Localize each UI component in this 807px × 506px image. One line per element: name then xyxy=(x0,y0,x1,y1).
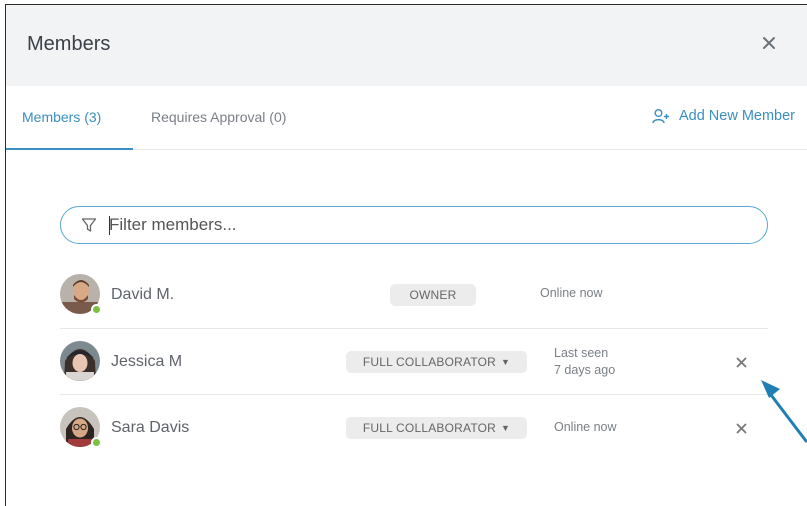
online-status-dot xyxy=(91,304,102,315)
member-name: David M. xyxy=(111,286,175,303)
filter-members-input[interactable] xyxy=(107,214,767,236)
close-button[interactable] xyxy=(757,31,781,55)
role-dropdown[interactable]: FULL COLLABORATOR ▼ xyxy=(346,351,527,373)
member-name: Sara Davis xyxy=(111,419,190,436)
member-row-david: David M. OWNER Online now xyxy=(60,262,768,328)
tab-requires-approval[interactable]: Requires Approval (0) xyxy=(151,109,286,125)
caret-down-icon: ▼ xyxy=(501,423,511,433)
add-user-icon xyxy=(652,109,669,124)
online-status-dot xyxy=(91,437,102,448)
role-label: OWNER xyxy=(409,288,457,302)
close-icon xyxy=(736,357,746,367)
role-dropdown[interactable]: FULL COLLABORATOR ▼ xyxy=(346,417,527,439)
active-tab-indicator xyxy=(6,148,133,150)
filter-members-field[interactable] xyxy=(60,206,768,244)
presence-status: Online now xyxy=(540,285,603,302)
members-dialog: Members Members (3) Requires Approval (0… xyxy=(5,4,807,506)
role-label: FULL COLLABORATOR xyxy=(362,421,497,435)
presence-line: Last seen xyxy=(554,346,609,360)
role-badge-owner: OWNER xyxy=(390,284,476,306)
remove-member-button[interactable] xyxy=(732,353,750,371)
avatar xyxy=(60,341,100,381)
tab-bar: Members (3) Requires Approval (0) Add Ne… xyxy=(6,86,807,150)
close-icon xyxy=(736,423,746,433)
dialog-header: Members xyxy=(6,5,807,86)
add-new-member-label: Add New Member xyxy=(678,108,795,124)
presence-status: Last seen 7 days ago xyxy=(554,345,615,379)
avatar xyxy=(60,274,102,315)
text-cursor xyxy=(109,216,110,235)
presence-line: 7 days ago xyxy=(554,363,616,377)
avatar xyxy=(60,407,102,448)
caret-down-icon: ▼ xyxy=(501,357,511,367)
filter-icon xyxy=(81,218,97,232)
member-name: Jessica M xyxy=(111,353,183,370)
close-icon xyxy=(763,37,775,49)
role-label: FULL COLLABORATOR xyxy=(362,355,497,369)
annotation-arrow-icon xyxy=(761,380,807,443)
dialog-title: Members xyxy=(27,33,111,55)
member-row-jessica: Jessica M FULL COLLABORATOR ▼ Last seen … xyxy=(60,328,768,395)
member-row-sara: Sara Davis FULL COLLABORATOR ▼ Online no… xyxy=(60,394,768,461)
add-new-member-button[interactable]: Add New Member xyxy=(652,108,795,124)
presence-line: Online now xyxy=(540,286,603,300)
presence-line: Online now xyxy=(554,420,617,434)
tab-members[interactable]: Members (3) xyxy=(22,109,101,125)
presence-status: Online now xyxy=(554,419,617,436)
remove-member-button[interactable] xyxy=(732,419,750,437)
